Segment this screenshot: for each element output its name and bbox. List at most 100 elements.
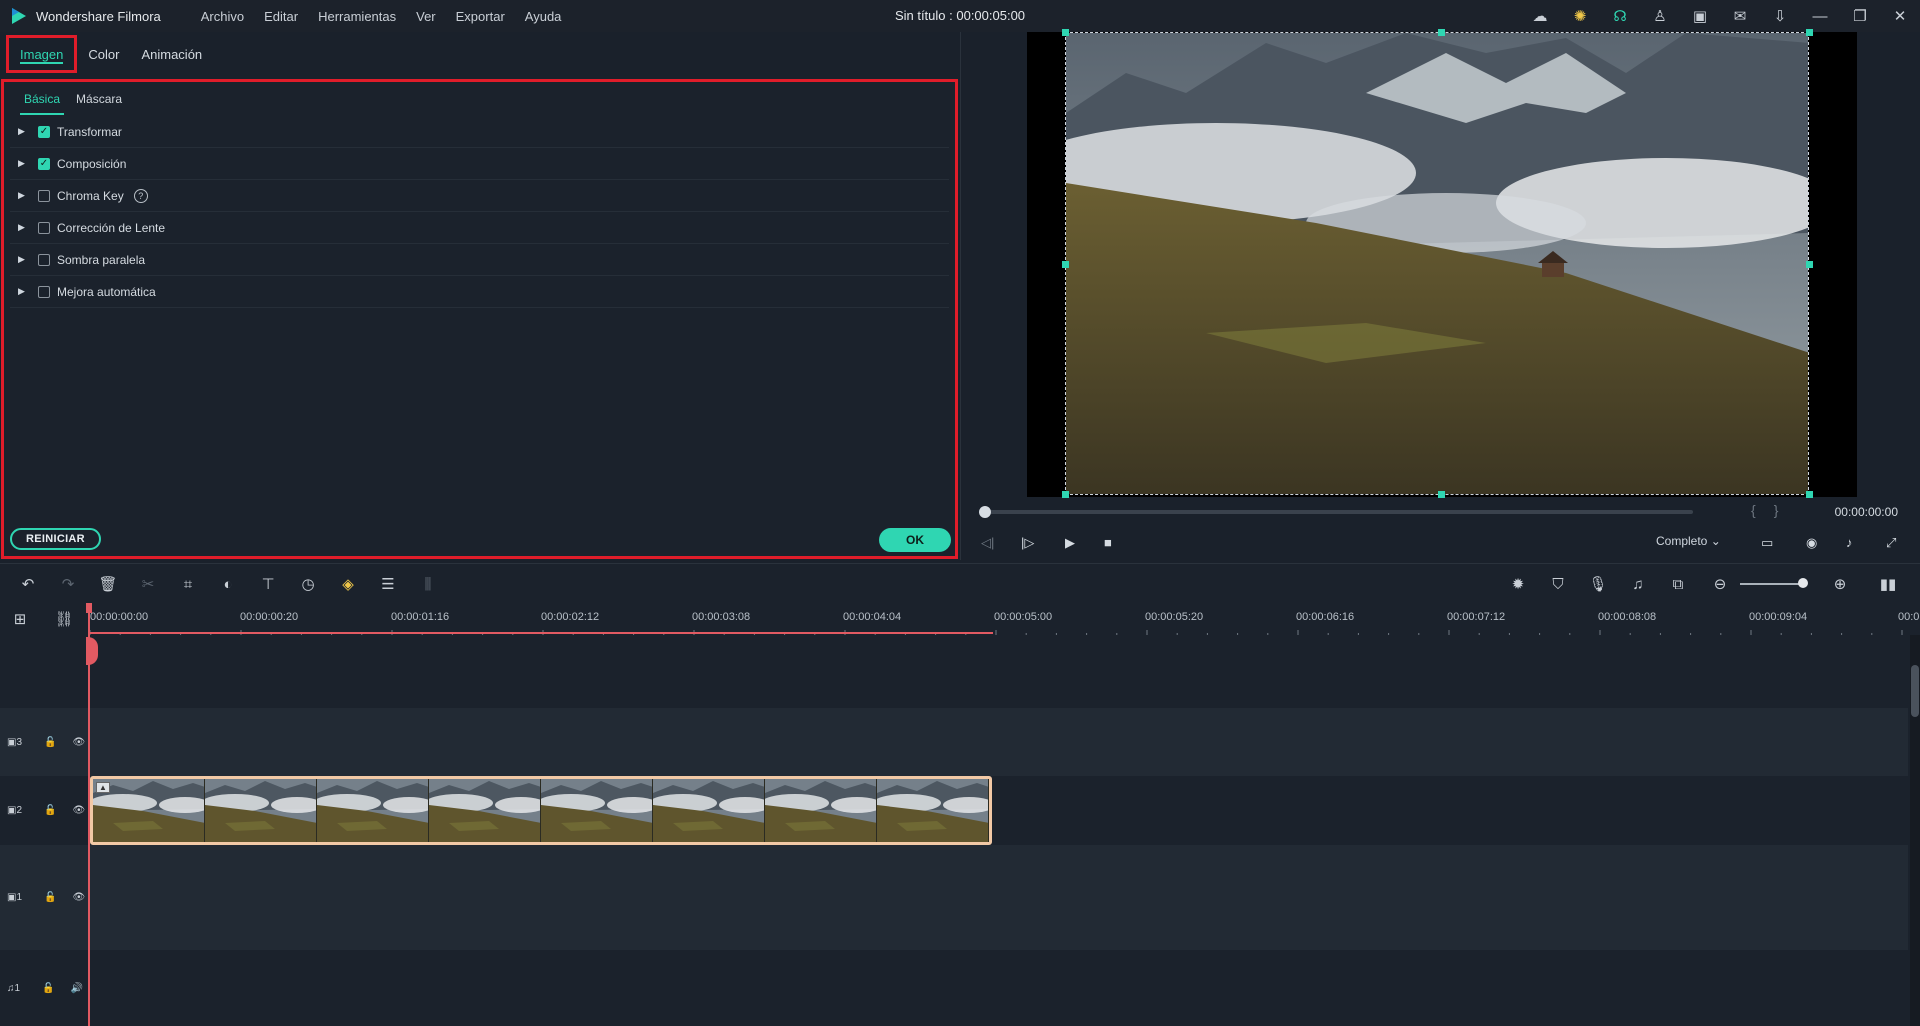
lock-icon[interactable]: 🔓 <box>44 892 56 903</box>
quality-dropdown[interactable]: Completo ⌄ <box>1656 534 1721 548</box>
step-back-icon[interactable]: ◁| <box>981 535 994 551</box>
seekbar-knob[interactable] <box>979 506 991 518</box>
monitor-icon[interactable]: ▭ <box>1761 535 1773 551</box>
snapshot-icon[interactable]: ◉ <box>1806 535 1817 551</box>
cloud-icon[interactable]: ☁ <box>1520 0 1560 32</box>
preview-image[interactable] <box>1065 32 1809 495</box>
add-track-icon[interactable]: ⊞ <box>10 609 30 629</box>
link-icon[interactable]: ⛓ <box>54 609 74 629</box>
resize-handle[interactable] <box>1062 261 1069 268</box>
video-track-3[interactable]: ▣ 3 🔓 👁 <box>0 708 1908 776</box>
checkbox-chroma-key[interactable] <box>38 189 50 202</box>
eye-icon[interactable]: 👁 <box>72 737 85 748</box>
resize-handle[interactable] <box>1438 491 1445 498</box>
audio-wave-icon[interactable]: ⫼ <box>418 574 438 594</box>
checkbox-transformar[interactable]: ✓ <box>38 125 50 138</box>
stop-icon[interactable]: ■ <box>1104 535 1112 550</box>
video-track-1[interactable]: ▣ 1 🔓 👁 <box>0 845 1908 950</box>
lock-icon[interactable]: 🔓 <box>44 737 56 748</box>
checkbox-correccion-lente[interactable] <box>38 221 50 234</box>
eye-icon[interactable]: 👁 <box>72 805 85 816</box>
undo-icon[interactable]: ↶ <box>18 574 38 594</box>
redo-icon[interactable]: ↷ <box>58 574 78 594</box>
fullscreen-icon[interactable]: ⤢ <box>1886 535 1896 551</box>
zoom-slider[interactable] <box>1740 583 1802 585</box>
help-icon[interactable]: ? <box>133 188 148 203</box>
expand-arrow-icon[interactable]: ▶ <box>10 158 30 169</box>
subtab-basica[interactable]: Básica <box>16 86 68 115</box>
save-icon[interactable]: ▣ <box>1680 0 1720 32</box>
marker-icon[interactable]: ⛉ <box>1548 574 1568 594</box>
menu-herramientas[interactable]: Herramientas <box>308 9 406 24</box>
menu-archivo[interactable]: Archivo <box>191 9 254 24</box>
audio-track-1[interactable]: ♫ 1 🔓 🔊 <box>0 950 1908 1026</box>
property-sombra-paralela[interactable]: ▶ Sombra paralela <box>10 244 949 276</box>
volume-icon[interactable]: ♪ <box>1846 535 1853 550</box>
render-icon[interactable]: ✹ <box>1508 574 1528 594</box>
lightbulb-icon[interactable]: ✺ <box>1560 0 1600 32</box>
menu-editar[interactable]: Editar <box>254 9 308 24</box>
restore-icon[interactable]: ❐ <box>1840 0 1880 32</box>
resize-handle[interactable] <box>1062 29 1069 36</box>
checkbox-mejora-automatica[interactable] <box>38 285 50 298</box>
headset-icon[interactable]: ☊ <box>1600 0 1640 32</box>
delete-icon[interactable]: 🗑 <box>98 574 118 594</box>
close-icon[interactable]: ✕ <box>1880 0 1920 32</box>
expand-arrow-icon[interactable]: ▶ <box>10 254 30 265</box>
layout-icon[interactable]: ▮▮ <box>1874 574 1902 594</box>
property-composicion[interactable]: ▶ ✓ Composición <box>10 148 949 180</box>
ok-button[interactable]: OK <box>879 528 951 552</box>
eye-icon[interactable]: 👁 <box>72 892 85 903</box>
zoom-out-icon[interactable]: ⊖ <box>1710 574 1730 594</box>
reset-button[interactable]: REINICIAR <box>10 528 101 550</box>
mark-out-bracket[interactable]: } <box>1774 502 1797 518</box>
expand-arrow-icon[interactable]: ▶ <box>10 126 30 137</box>
property-transformar[interactable]: ▶ ✓ Transformar <box>10 116 949 148</box>
account-icon[interactable]: ♙ <box>1640 0 1680 32</box>
play-frame-icon[interactable]: |▷ <box>1021 535 1034 551</box>
lock-icon[interactable]: 🔓 <box>44 805 56 816</box>
crop-icon[interactable]: ⌗ <box>178 574 198 594</box>
resize-handle[interactable] <box>1438 29 1445 36</box>
expand-arrow-icon[interactable]: ▶ <box>10 190 30 201</box>
checkbox-sombra-paralela[interactable] <box>38 253 50 266</box>
video-viewer[interactable] <box>1027 29 1857 498</box>
play-icon[interactable]: ▶ <box>1065 535 1075 551</box>
time-ruler[interactable]: ⊞ ⛓ 00:00:00:00 00:00:00:20 00:00:01:16 … <box>0 603 1920 636</box>
zoom-in-icon[interactable]: ⊕ <box>1830 574 1850 594</box>
menu-ver[interactable]: Ver <box>406 9 446 24</box>
speaker-icon[interactable]: 🔊 <box>71 983 83 994</box>
tab-animacion[interactable]: Animación <box>130 35 213 73</box>
mail-icon[interactable]: ✉ <box>1720 0 1760 32</box>
microphone-icon[interactable]: 🎙 <box>1588 574 1608 594</box>
download-icon[interactable]: ⇩ <box>1760 0 1800 32</box>
lock-icon[interactable]: 🔓 <box>42 983 54 994</box>
cut-icon[interactable]: ✂ <box>138 574 158 594</box>
adjust-icon[interactable]: ☰ <box>378 574 398 594</box>
property-chroma-key[interactable]: ▶ Chroma Key ? <box>10 180 949 212</box>
menu-ayuda[interactable]: Ayuda <box>515 9 572 24</box>
scrollbar-thumb[interactable] <box>1911 665 1919 717</box>
resize-handle[interactable] <box>1806 261 1813 268</box>
tab-imagen[interactable]: Imagen <box>6 35 78 73</box>
color-icon[interactable]: ◐ <box>218 574 238 594</box>
property-correccion-lente[interactable]: ▶ Corrección de Lente <box>10 212 949 244</box>
pip-icon[interactable]: ⧉ <box>1668 574 1688 594</box>
menu-exportar[interactable]: Exportar <box>446 9 515 24</box>
green-screen-icon[interactable]: ⊤ <box>258 574 278 594</box>
video-clip[interactable]: ▲ <box>90 776 992 845</box>
resize-handle[interactable] <box>1806 29 1813 36</box>
playhead[interactable] <box>88 603 90 1026</box>
zoom-slider-knob[interactable] <box>1798 578 1808 588</box>
keyframe-icon[interactable]: ◈ <box>338 574 358 594</box>
mark-in-bracket[interactable]: { <box>1751 502 1774 518</box>
property-mejora-automatica[interactable]: ▶ Mejora automática <box>10 276 949 308</box>
resize-handle[interactable] <box>1806 491 1813 498</box>
minimize-icon[interactable]: — <box>1800 0 1840 32</box>
timeline-scrollbar[interactable] <box>1910 635 1920 1026</box>
subtab-mascara[interactable]: Máscara <box>68 86 130 114</box>
audio-mixer-icon[interactable]: ♫ <box>1628 574 1648 594</box>
expand-arrow-icon[interactable]: ▶ <box>10 222 30 233</box>
resize-handle[interactable] <box>1062 491 1069 498</box>
checkbox-composicion[interactable]: ✓ <box>38 157 50 170</box>
